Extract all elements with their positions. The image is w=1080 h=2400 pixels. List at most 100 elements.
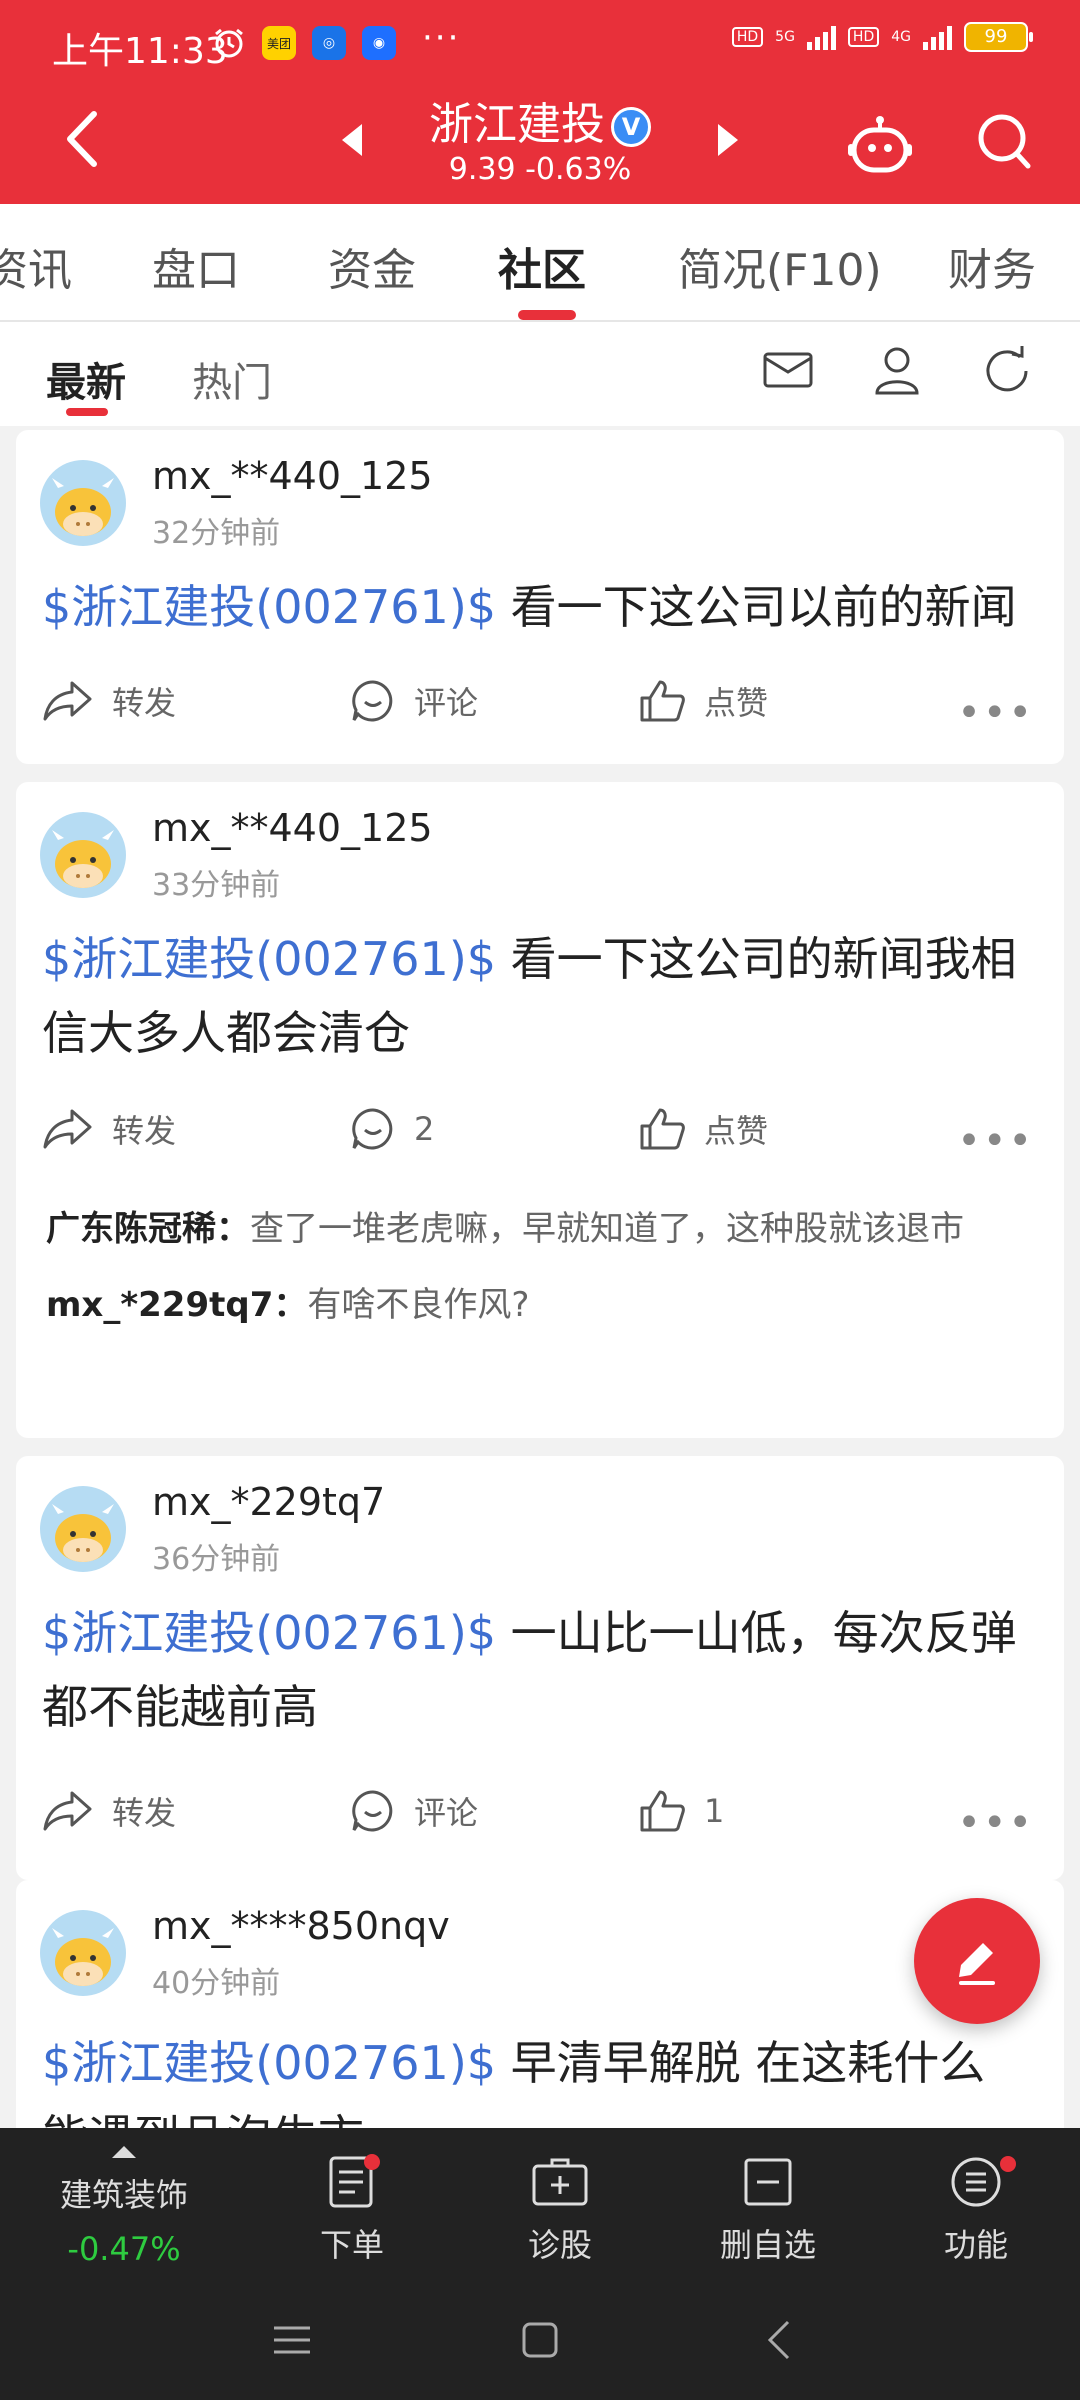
status-bar: 上午11:33 美团 ◎ ◉ ··· HD 5G HD 4G 99 <box>0 0 1080 92</box>
post-content[interactable]: $浙江建投(002761)$ 一山比一山低，每次反弹都不能越前高 <box>42 1596 1038 1744</box>
post-card[interactable]: mx_*229tq7 36分钟前 $浙江建投(002761)$ 一山比一山低，每… <box>16 1456 1064 1880</box>
post-text: 看一下这公司以前的新闻 <box>496 580 1017 634</box>
thumbs-up-icon <box>640 1108 685 1150</box>
tab-news[interactable]: 资讯 <box>0 234 72 298</box>
comment-label: 评论 <box>414 1794 479 1832</box>
post-card[interactable]: mx_****850nqv 40分钟前 $浙江建投(002761)$ 早清早解脱… <box>16 1880 1064 2128</box>
avatar[interactable] <box>40 1486 126 1572</box>
mail-icon[interactable] <box>762 346 814 394</box>
share-label: 转发 <box>112 1112 177 1150</box>
post-content[interactable]: $浙江建投(002761)$ 看一下这公司的新闻我相信大多人都会清仓 <box>42 922 1038 1070</box>
robot-assistant-icon[interactable] <box>848 114 912 174</box>
user-profile-icon[interactable] <box>874 346 920 396</box>
remove-watchlist-icon <box>744 2158 792 2206</box>
share-button[interactable]: 转发 <box>42 1788 176 1834</box>
post-content[interactable]: $浙江建投(002761)$ 早清早解脱 在这耗什么 能遇到品泡牛市 <box>42 2026 1038 2128</box>
system-navigation-bar <box>0 2290 1080 2400</box>
stock-tag-link[interactable]: $浙江建投(002761)$ <box>42 932 496 986</box>
like-button[interactable]: 1 <box>638 1788 724 1834</box>
comment-button[interactable]: 评论 <box>350 678 478 724</box>
verified-badge-icon: V <box>611 107 651 147</box>
notification-dot <box>364 2154 380 2170</box>
pencil-icon <box>959 1943 995 1985</box>
stock-tag-link[interactable]: $浙江建投(002761)$ <box>42 1606 496 1660</box>
stock-tag-link[interactable]: $浙江建投(002761)$ <box>42 580 496 634</box>
stock-title: 浙江建投 V <box>0 88 1080 152</box>
post-card[interactable]: mx_**440_125 33分钟前 $浙江建投(002761)$ 看一下这公司… <box>16 782 1064 1438</box>
cow-avatar-icon <box>52 830 114 888</box>
post-actions: 转发 2 点赞 ••• <box>42 1106 1038 1166</box>
share-button[interactable]: 转发 <box>42 1106 176 1152</box>
like-button[interactable]: 点赞 <box>638 678 768 724</box>
home-icon[interactable] <box>518 2318 562 2362</box>
post-content[interactable]: $浙江建投(002761)$ 看一下这公司以前的新闻 <box>42 570 1038 644</box>
reply-list: 广东陈冠稀：查了一堆老虎嘛，早就知道了，这种股就该退市 mx_*229tq7：有… <box>46 1202 1034 1332</box>
like-count: 1 <box>704 1792 725 1830</box>
refresh-icon[interactable] <box>982 346 1034 396</box>
search-icon[interactable] <box>976 112 1032 172</box>
bottom-action-bar: 建筑装饰 -0.47% 下单 诊股 删自选 功能 <box>0 2128 1080 2290</box>
reply-user[interactable]: 广东陈冠稀： <box>46 1209 250 1249</box>
sector-name: 建筑装饰 <box>59 2176 188 2214</box>
cow-avatar-icon <box>52 1928 114 1986</box>
alarm-icon <box>215 28 243 58</box>
system-back-icon[interactable] <box>762 2318 798 2362</box>
tab-hot[interactable]: 热门 <box>192 350 272 408</box>
tab-latest[interactable]: 最新 <box>46 350 126 408</box>
more-notifications-icon: ··· <box>422 18 461 58</box>
post-time: 36分钟前 <box>152 1542 281 1577</box>
stock-detail-tabs: 资讯 盘口 资金 社区 简况(F10) 财务 <box>0 204 1080 322</box>
comment-icon <box>352 680 393 722</box>
tab-order-book[interactable]: 盘口 <box>152 234 240 298</box>
share-button[interactable]: 转发 <box>42 678 176 724</box>
tab-capital[interactable]: 资金 <box>328 234 416 298</box>
stock-tag-link[interactable]: $浙江建投(002761)$ <box>42 2036 496 2090</box>
functions-label: 功能 <box>943 2226 1008 2264</box>
place-order-label: 下单 <box>319 2226 384 2264</box>
status-time: 上午11:33 <box>52 31 228 72</box>
tab-community[interactable]: 社区 <box>498 234 586 298</box>
recent-apps-icon[interactable] <box>270 2318 314 2362</box>
post-username[interactable]: mx_**440_125 <box>152 806 433 850</box>
app-notification-icon: ◎ <box>312 26 346 60</box>
cow-avatar-icon <box>52 478 114 536</box>
remove-watchlist-button[interactable]: 删自选 <box>688 2154 848 2266</box>
stock-name: 浙江建投 <box>429 99 605 150</box>
expand-up-icon <box>112 2146 136 2158</box>
comment-button[interactable]: 2 <box>350 1106 434 1152</box>
stock-diagnosis-button[interactable]: 诊股 <box>480 2154 640 2266</box>
more-options-icon[interactable]: ••• <box>957 1118 1034 1164</box>
reply-user[interactable]: mx_*229tq7： <box>46 1285 307 1325</box>
more-options-icon[interactable]: ••• <box>957 690 1034 736</box>
functions-button[interactable]: 功能 <box>896 2154 1056 2266</box>
compose-post-button[interactable] <box>914 1898 1040 2024</box>
avatar[interactable] <box>40 1910 126 1996</box>
post-username[interactable]: mx_*229tq7 <box>152 1480 385 1524</box>
avatar[interactable] <box>40 812 126 898</box>
next-stock-icon[interactable] <box>712 122 742 158</box>
more-options-icon[interactable]: ••• <box>957 1800 1034 1846</box>
sector-indicator[interactable]: 建筑装饰 -0.47% <box>24 2146 224 2268</box>
post-username[interactable]: mx_****850nqv <box>152 1904 450 1948</box>
place-order-button[interactable]: 下单 <box>272 2154 432 2266</box>
community-sub-tabs: 最新 热门 <box>0 322 1080 426</box>
sub-tab-indicator <box>66 408 108 416</box>
like-label: 点赞 <box>704 684 769 722</box>
post-card[interactable]: mx_**440_125 32分钟前 $浙江建投(002761)$ 看一下这公司… <box>16 430 1064 764</box>
hd-icon-2: HD <box>847 27 880 47</box>
post-actions: 转发 评论 点赞 ••• <box>42 678 1038 738</box>
like-button[interactable]: 点赞 <box>638 1106 768 1152</box>
tab-f10-overview[interactable]: 简况(F10) <box>678 234 882 298</box>
reply-item[interactable]: mx_*229tq7：有啥不良作风? <box>46 1278 1034 1332</box>
stock-price-change: 9.39 -0.63% <box>448 152 632 187</box>
avatar[interactable] <box>40 460 126 546</box>
post-actions: 转发 评论 1 ••• <box>42 1788 1038 1848</box>
meituan-app-icon: 美团 <box>262 26 296 60</box>
reply-item[interactable]: 广东陈冠稀：查了一堆老虎嘛，早就知道了，这种股就该退市 <box>46 1202 1034 1256</box>
tab-financials[interactable]: 财务 <box>948 234 1036 298</box>
post-username[interactable]: mx_**440_125 <box>152 454 433 498</box>
post-time: 32分钟前 <box>152 516 281 551</box>
comment-count: 2 <box>414 1110 435 1148</box>
share-label: 转发 <box>112 1794 177 1832</box>
comment-button[interactable]: 评论 <box>350 1788 478 1834</box>
